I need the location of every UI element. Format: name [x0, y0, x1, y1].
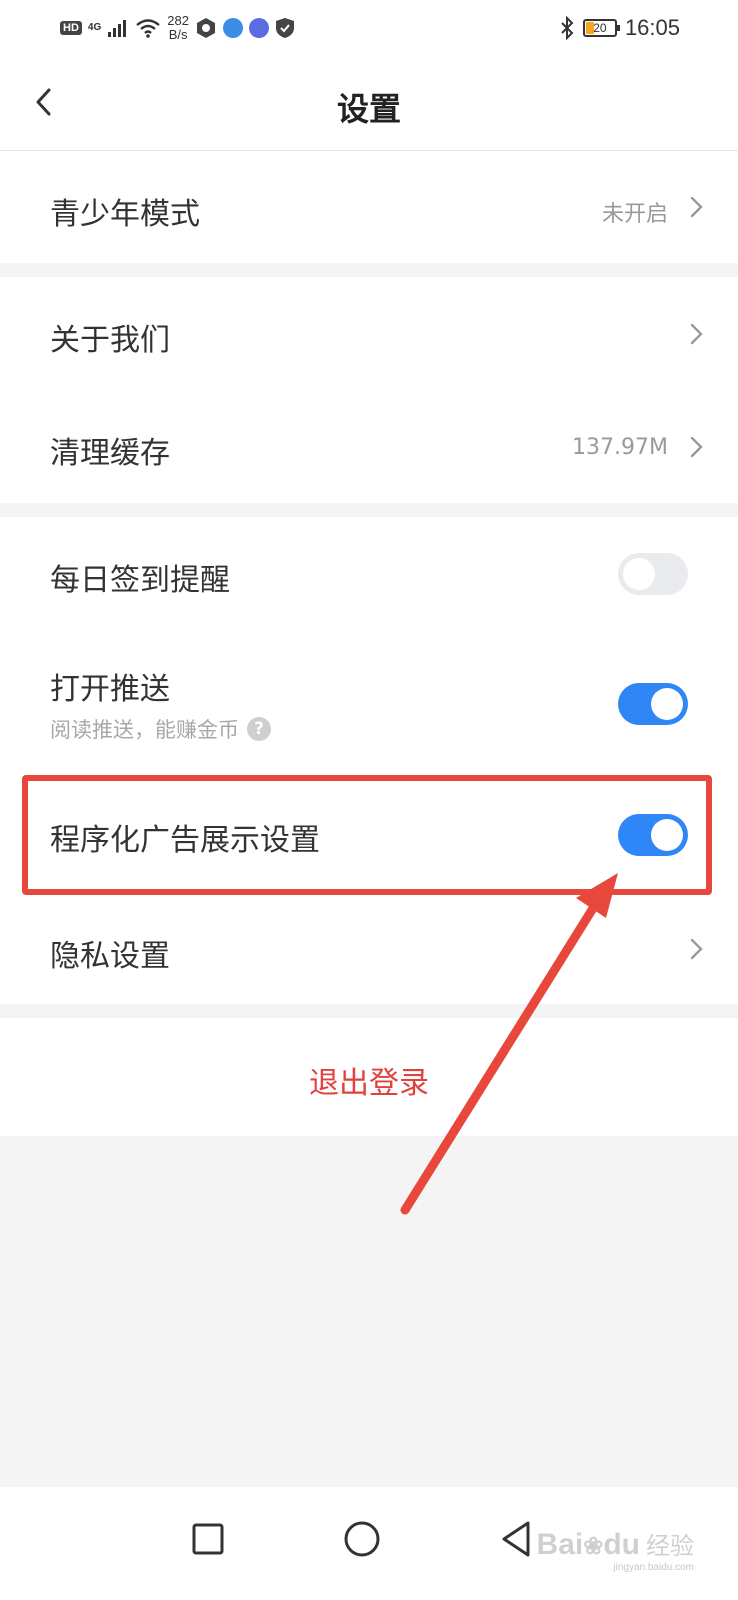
settings-item-label: 青少年模式 [50, 197, 200, 232]
settings-item-about-us[interactable]: 关于我们 [0, 277, 738, 390]
teen-mode-status: 未开启 [601, 202, 668, 227]
wifi-icon [136, 19, 160, 38]
home-icon[interactable] [332, 1509, 392, 1569]
settings-item-push: 打开推送 阅读推送，能赚金币 ? [0, 632, 738, 767]
app-notification-icon [222, 18, 243, 38]
chevron-right-icon [690, 323, 703, 345]
checkin-reminder-toggle[interactable] [618, 553, 688, 595]
battery-level: 20 [593, 21, 607, 35]
watermark-url: jingyan.baidu.com [613, 1562, 694, 1573]
toggle-knob [651, 819, 683, 851]
status-bar-right: 20 16:05 [559, 10, 680, 46]
section-logout: 退出登录 [0, 1018, 738, 1136]
programmatic-ads-toggle[interactable] [618, 814, 688, 856]
clock: 16:05 [624, 15, 680, 40]
settings-item-label: 程序化广告展示设置 [50, 823, 320, 858]
settings-item-teen-mode[interactable]: 青少年模式 未开启 [0, 151, 738, 263]
cache-size: 137.97M [572, 435, 668, 460]
baidu-watermark: Bai❀du 经验 jingyan.baidu.com [537, 1526, 694, 1573]
watermark-brand-du: du [603, 1528, 640, 1561]
section-teen-mode: 青少年模式 未开启 [0, 151, 738, 263]
chevron-right-icon [690, 196, 703, 218]
hand-app-icon [196, 18, 215, 38]
settings-item-checkin-reminder: 每日签到提醒 [0, 517, 738, 632]
settings-item-label: 清理缓存 [50, 436, 170, 471]
status-bar: HD 4G 282 B/s 20 16:05 [0, 0, 738, 56]
page-title: 设置 [336, 90, 401, 128]
status-bar-left: HD 4G 282 B/s [60, 10, 295, 46]
logout-button[interactable]: 退出登录 [0, 1058, 738, 1102]
push-subtitle: 阅读推送，能赚金币 ? [50, 714, 271, 744]
network-speed-value: 282 [167, 13, 189, 28]
battery-icon: 20 [582, 19, 620, 37]
settings-item-label: 关于我们 [50, 323, 170, 358]
toggle-knob [651, 688, 683, 720]
settings-item-clear-cache[interactable]: 清理缓存 137.97M [0, 390, 738, 503]
section-notifications: 每日签到提醒 打开推送 阅读推送，能赚金币 ? 程序化广告展示设置 隐私设置 [0, 517, 738, 1004]
help-icon[interactable]: ? [247, 717, 271, 741]
bluetooth-icon [561, 16, 574, 40]
settings-item-programmatic-ads: 程序化广告展示设置 [0, 767, 738, 887]
push-toggle[interactable] [618, 683, 688, 725]
push-subtitle-text: 阅读推送，能赚金币 [50, 718, 239, 742]
settings-item-label: 隐私设置 [50, 939, 170, 974]
settings-item-label: 每日签到提醒 [50, 563, 230, 598]
network-type: 4G [87, 22, 102, 33]
settings-item-privacy[interactable]: 隐私设置 [0, 887, 738, 1004]
chevron-right-icon [690, 938, 703, 960]
network-speed-unit: B/s [168, 27, 188, 42]
music-app-icon [248, 18, 269, 38]
toggle-knob [623, 558, 655, 590]
settings-item-label: 打开推送 [50, 672, 170, 707]
shield-icon [275, 18, 294, 38]
app-header: 设置 [0, 56, 738, 151]
recent-apps-icon[interactable] [178, 1509, 238, 1569]
signal-icon [108, 20, 127, 37]
chevron-right-icon [690, 436, 703, 458]
section-general: 关于我们 清理缓存 137.97M [0, 277, 738, 503]
paw-icon: ❀ [583, 1533, 604, 1560]
network-speed: 282 B/s [167, 14, 189, 42]
watermark-brand-bai: Bai [536, 1528, 584, 1561]
watermark-cn: 经验 [646, 1532, 694, 1560]
watermark-brand: Bai❀du [537, 1528, 640, 1562]
hd-badge: HD [60, 21, 82, 35]
